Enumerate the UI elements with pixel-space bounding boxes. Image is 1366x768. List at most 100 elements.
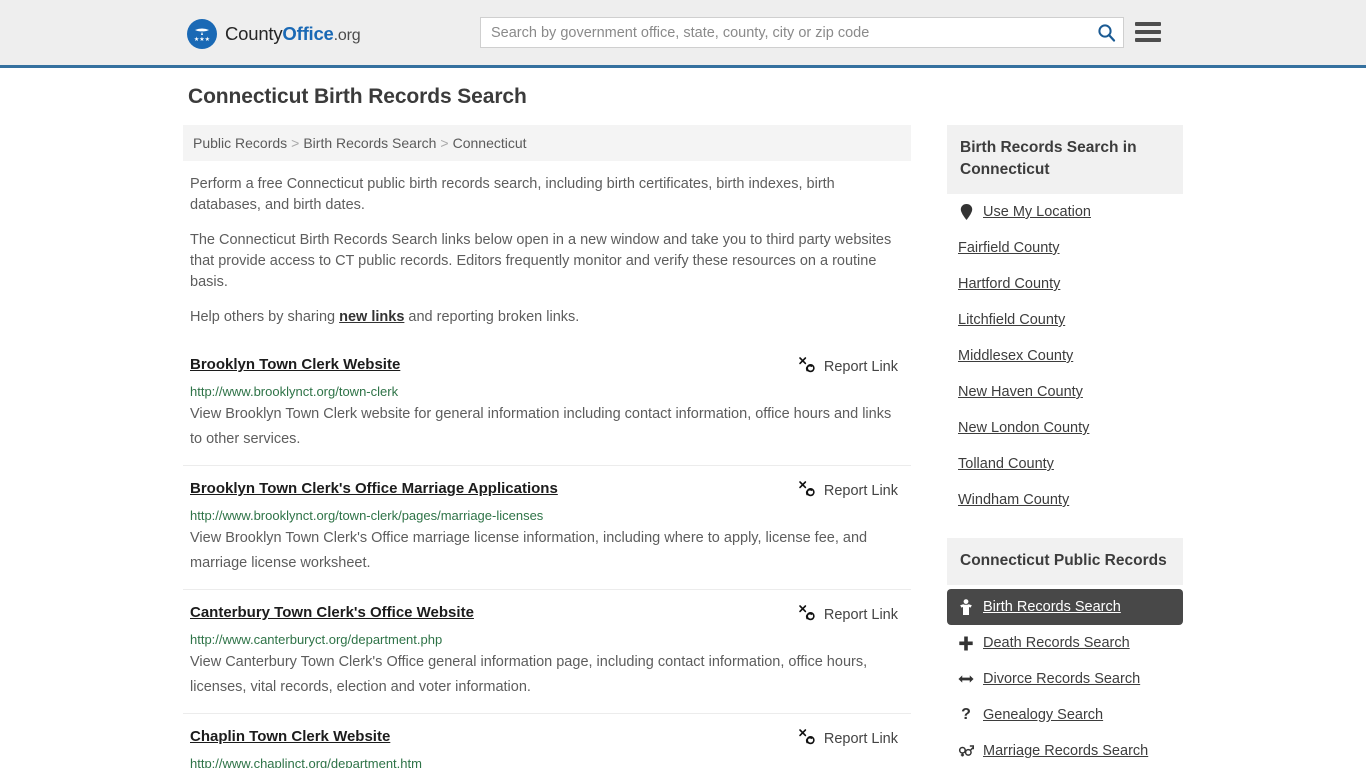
venus-mars-icon [958, 744, 974, 758]
hamburger-bar-3 [1135, 38, 1161, 42]
sidebar-item-label: Use My Location [983, 204, 1091, 220]
sidebar-list-item: Divorce Records Search [947, 661, 1183, 697]
map-pin-icon [958, 204, 974, 220]
sidebar-section-2-heading: Connecticut Public Records [947, 538, 1183, 585]
sidebar-list-item: Birth Records Search [947, 589, 1183, 625]
svg-text:★★★: ★★★ [194, 36, 210, 43]
sidebar-item-label: Litchfield County [958, 312, 1066, 328]
results-list: Brooklyn Town Clerk Website Report Link ht… [183, 342, 911, 768]
logo-text-part1: County [225, 23, 283, 44]
report-link-label: Report Link [823, 606, 898, 623]
sidebar-item-new-haven-county[interactable]: New Haven County [947, 374, 1183, 410]
result-title-link[interactable]: Canterbury Town Clerk's Office Website [190, 603, 474, 622]
breadcrumb-item-1[interactable]: Birth Records Search [303, 135, 436, 151]
result-item: Brooklyn Town Clerk Website Report Link ht… [183, 342, 911, 465]
baby-icon [958, 598, 974, 616]
page-container: Connecticut Birth Records Search Public … [183, 68, 1183, 768]
hamburger-bar-2 [1135, 30, 1161, 34]
breadcrumb-separator-1: > [440, 135, 449, 151]
sidebar-list-item: Tolland County [947, 446, 1183, 482]
result-url: http://www.brooklynct.org/town-clerk/pag… [190, 508, 544, 523]
report-link-button[interactable]: Report Link [798, 480, 898, 501]
result-header: Canterbury Town Clerk's Office Website Re… [190, 603, 906, 625]
sidebar-section-2-list: Birth Records Search Death Records Search… [947, 589, 1183, 768]
eagle-seal-icon: ★★★ [187, 19, 217, 49]
sidebar-list-item: Marriage Records Search [947, 733, 1183, 768]
sidebar-item-fairfield-county[interactable]: Fairfield County [947, 230, 1183, 266]
report-link-label: Report Link [823, 482, 898, 499]
left-right-arrow-icon [958, 673, 974, 685]
search-icon [1097, 24, 1115, 42]
sidebar-list-item: New Haven County [947, 374, 1183, 410]
sidebar-item-divorce-records-search[interactable]: Divorce Records Search [947, 661, 1183, 697]
report-link-button[interactable]: Report Link [798, 604, 898, 625]
breadcrumb-item-2[interactable]: Connecticut [453, 135, 527, 151]
sidebar-item-label: Hartford County [958, 276, 1061, 292]
result-item: Brooklyn Town Clerk's Office Marriage Ap… [183, 465, 911, 589]
intro-paragraph-2: The Connecticut Birth Records Search lin… [190, 232, 892, 290]
broken-link-icon [798, 728, 815, 749]
sidebar-item-litchfield-county[interactable]: Litchfield County [947, 302, 1183, 338]
sidebar-item-label: New Haven County [958, 384, 1083, 400]
search-button[interactable] [1089, 18, 1123, 47]
result-header: Chaplin Town Clerk Website Report Link [190, 727, 906, 749]
sidebar-item-label: Windham County [958, 492, 1070, 508]
sidebar-item-tolland-county[interactable]: Tolland County [947, 446, 1183, 482]
sidebar-item-label: Middlesex County [958, 348, 1074, 364]
sidebar-list-item: Windham County [947, 482, 1183, 518]
report-link-button[interactable]: Report Link [798, 728, 898, 749]
site-logo-text: CountyOffice.org [225, 23, 361, 45]
sidebar-item-label: New London County [958, 420, 1090, 436]
sidebar-section-2: Connecticut Public Records Birth Records… [947, 538, 1183, 768]
new-links-link[interactable]: new links [339, 309, 404, 325]
content-columns: Public Records > Birth Records Search > Conn… [183, 125, 1183, 768]
sidebar-item-hartford-county[interactable]: Hartford County [947, 266, 1183, 302]
sidebar-item-marriage-records-search[interactable]: Marriage Records Search [947, 733, 1183, 768]
sidebar-item-death-records-search[interactable]: Death Records Search [947, 625, 1183, 661]
logo-text-part2: Office [282, 23, 334, 44]
result-url: http://www.canterburyct.org/department.p… [190, 632, 443, 647]
sidebar-list-item: Use My Location [947, 194, 1183, 230]
report-link-label: Report Link [823, 358, 898, 375]
sidebar-item-label: Fairfield County [958, 240, 1060, 256]
hamburger-bar-1 [1135, 22, 1161, 26]
search-bar[interactable] [480, 17, 1124, 48]
search-input[interactable] [481, 18, 1089, 47]
sidebar-section-1-heading: Birth Records Search in Connecticut [947, 125, 1183, 194]
intro-paragraph-1: Perform a free Connecticut public birth … [190, 176, 835, 213]
report-link-button[interactable]: Report Link [798, 356, 898, 377]
result-title-link[interactable]: Chaplin Town Clerk Website [190, 727, 390, 746]
sidebar-list-item: Middlesex County [947, 338, 1183, 374]
broken-link-icon [798, 480, 815, 501]
result-item: Canterbury Town Clerk's Office Website Re… [183, 589, 911, 713]
sidebar-item-birth-records-search[interactable]: Birth Records Search [947, 589, 1183, 625]
result-title-link[interactable]: Brooklyn Town Clerk's Office Marriage Ap… [190, 479, 558, 498]
main-content: Public Records > Birth Records Search > Conn… [183, 125, 911, 768]
intro-p3-before: Help others by sharing [190, 309, 340, 325]
sidebar-item-label: Marriage Records Search [983, 743, 1149, 759]
broken-link-icon [798, 604, 815, 625]
cross-icon [958, 636, 974, 651]
result-description: View Brooklyn Town Clerk's Office marria… [190, 530, 868, 571]
result-description: View Canterbury Town Clerk's Office gene… [190, 654, 868, 695]
sidebar-item-label: Genealogy Search [983, 707, 1104, 723]
sidebar-item-use-my-location[interactable]: Use My Location [947, 194, 1183, 230]
result-header: Brooklyn Town Clerk's Office Marriage Ap… [190, 479, 906, 501]
sidebar-item-windham-county[interactable]: Windham County [947, 482, 1183, 518]
intro-paragraph-3: Help others by sharing new links and rep… [190, 307, 895, 328]
sidebar-item-new-london-county[interactable]: New London County [947, 410, 1183, 446]
hamburger-menu-icon[interactable] [1135, 20, 1161, 44]
sidebar-item-genealogy-search[interactable]: ? Genealogy Search [947, 697, 1183, 733]
sidebar-item-middlesex-county[interactable]: Middlesex County [947, 338, 1183, 374]
result-title-link[interactable]: Brooklyn Town Clerk Website [190, 355, 400, 374]
sidebar-section-1-list: Use My Location Fairfield County Hartford … [947, 194, 1183, 518]
breadcrumb-item-0[interactable]: Public Records [193, 135, 287, 151]
sidebar-item-label: Tolland County [958, 456, 1054, 472]
question-mark-icon: ? [961, 706, 971, 723]
site-logo[interactable]: ★★★ CountyOffice.org [187, 19, 361, 49]
intro-p3-after: and reporting broken links. [404, 309, 580, 325]
breadcrumb-separator-0: > [291, 135, 300, 151]
sidebar-list-item: Death Records Search [947, 625, 1183, 661]
sidebar-list-item: Fairfield County [947, 230, 1183, 266]
result-description: View Brooklyn Town Clerk website for gen… [190, 406, 892, 447]
